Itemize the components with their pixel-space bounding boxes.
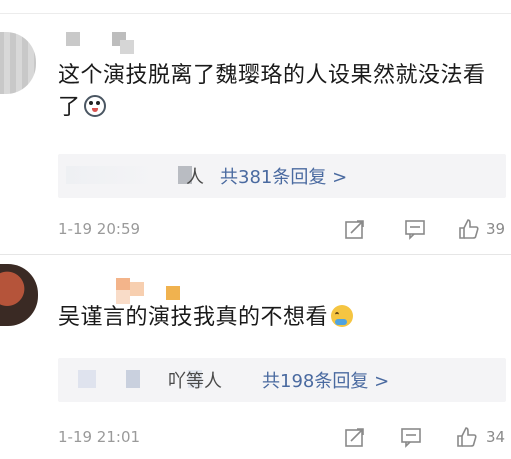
- reply-summary[interactable]: 吖等人 共198条回复 >: [58, 358, 506, 402]
- like-count: 34: [486, 428, 506, 446]
- husky-emoji-icon: [83, 95, 106, 117]
- repost-icon[interactable]: [344, 426, 366, 448]
- comment-body: 吴谨言的演技我真的不想看: [58, 305, 329, 330]
- comment-item: 这个演技脱离了魏璎珞的人设果然就没法看了 人 共381条回复 > 1-19 20…: [0, 14, 511, 254]
- crying-emoji-icon: [331, 305, 354, 327]
- avatar[interactable]: [0, 264, 38, 326]
- like-count: 39: [486, 220, 506, 238]
- repost-icon[interactable]: [344, 218, 366, 240]
- comment-text: 这个演技脱离了魏璎珞的人设果然就没法看了: [58, 60, 506, 124]
- reply-count-link[interactable]: 共198条回复 >: [262, 367, 389, 393]
- reply-users-blurred: [126, 370, 140, 388]
- avatar[interactable]: [0, 32, 36, 94]
- thumbs-up-icon[interactable]: [456, 426, 478, 448]
- comment-time: 1-19 21:01: [58, 428, 141, 446]
- thumbs-up-icon[interactable]: [458, 218, 480, 240]
- reply-users-label: 人: [186, 167, 204, 188]
- username-blurred[interactable]: [58, 32, 148, 54]
- reply-users-blurred: [66, 166, 156, 184]
- reply-users-label: 吖等人: [168, 371, 222, 392]
- top-divider: [0, 0, 511, 14]
- comment-text: 吴谨言的演技我真的不想看: [58, 302, 506, 334]
- username-blurred[interactable]: [58, 278, 180, 304]
- comment-time: 1-19 20:59: [58, 220, 141, 238]
- comment-icon[interactable]: [400, 426, 422, 448]
- comment-body: 这个演技脱离了魏璎珞的人设果然就没法看了: [58, 63, 486, 120]
- reply-users-blurred: [78, 370, 96, 388]
- comment-icon[interactable]: [404, 218, 426, 240]
- comment-meta: 1-19 21:01 34: [58, 422, 511, 452]
- comment-item: 吴谨言的演技我真的不想看 吖等人 共198条回复 > 1-19 21:01 34: [0, 256, 511, 459]
- comment-meta: 1-19 20:59 39: [58, 214, 511, 244]
- reply-count-link[interactable]: 共381条回复 >: [220, 163, 347, 189]
- reply-summary[interactable]: 人 共381条回复 >: [58, 154, 506, 198]
- comment-divider: [0, 254, 511, 255]
